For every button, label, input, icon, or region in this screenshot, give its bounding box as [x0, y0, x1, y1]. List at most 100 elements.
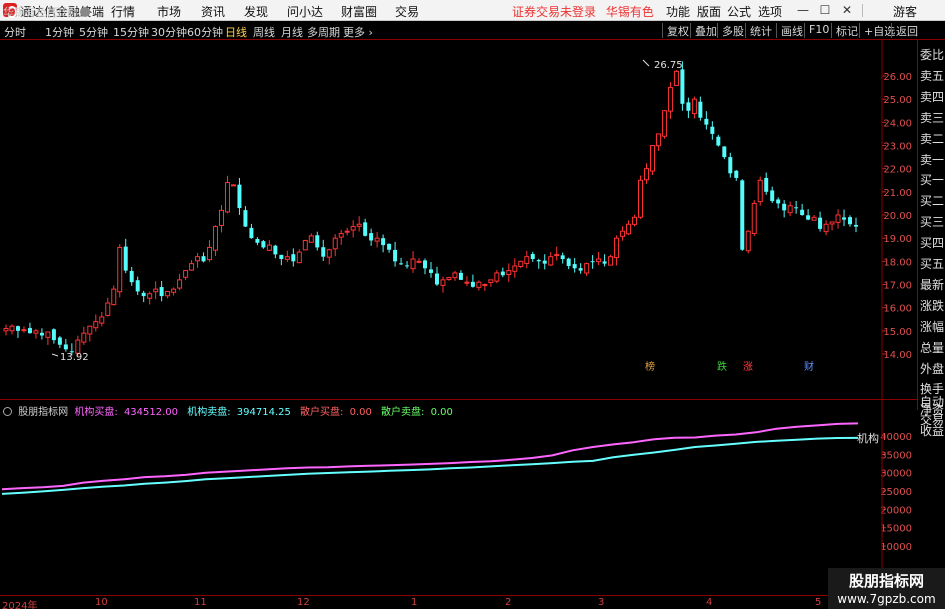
- candle-body-up: [416, 260, 422, 263]
- high-price-label: 26.75: [654, 60, 683, 71]
- candle-body-up: [488, 279, 494, 283]
- price-tick-label: 14.00: [883, 350, 912, 361]
- indicator-lines: 机构: [1, 422, 879, 495]
- indicator-line-1: 机构买盘: 434512.00: [74, 407, 181, 418]
- date-label: 5: [815, 597, 822, 608]
- period-1min[interactable]: 1分钟: [45, 24, 74, 40]
- candle-body-up: [308, 235, 314, 243]
- candle-body-down: [434, 273, 439, 285]
- period-5min[interactable]: 5分钟: [79, 24, 108, 40]
- candle-body-down: [51, 329, 56, 341]
- close-icon[interactable]: ✕: [840, 4, 854, 16]
- chevron-right-icon: ›: [368, 26, 373, 39]
- candle-body-up: [596, 258, 602, 263]
- candle-body-down: [806, 215, 811, 220]
- period-toolbar: 分时 1分钟 5分钟 15分钟 30分钟 60分钟 日线 周线 月线 多周期 更…: [0, 21, 945, 40]
- candle-body-down: [279, 254, 284, 260]
- candle-body-down: [249, 227, 254, 239]
- orderbook-label: 卖一: [920, 152, 945, 167]
- maximize-icon[interactable]: ☐: [818, 4, 832, 16]
- candle-body-down: [578, 268, 583, 271]
- indicator-line-3: 散户买盘: 0.00: [300, 407, 375, 418]
- period-more[interactable]: 更多 ›: [343, 24, 373, 40]
- candle-body-down: [429, 269, 433, 273]
- indicator-line-3-label: 散户买盘:: [300, 407, 344, 418]
- minimize-icon[interactable]: —: [796, 4, 810, 16]
- event-marker[interactable]: 跌: [717, 360, 727, 373]
- indicator-chart[interactable]: 40000 35000 30000 25000 20000 15000 10000 机构: [0, 400, 945, 595]
- candle-body-up: [224, 182, 230, 213]
- indicator-icon: [3, 407, 12, 416]
- candle-body-up: [147, 293, 153, 299]
- menu-item-function[interactable]: 功能: [666, 3, 690, 20]
- event-marker[interactable]: 榜: [645, 360, 655, 373]
- button-stats[interactable]: 统计: [745, 23, 772, 38]
- button-add-watchlist[interactable]: +自选: [859, 23, 895, 38]
- price-tick-label: 18.00: [883, 257, 912, 268]
- candle-body-down: [135, 280, 140, 292]
- watermark-title: 股朋指标网: [848, 572, 924, 590]
- candle-body-down: [722, 146, 727, 158]
- button-f10[interactable]: F10: [804, 23, 829, 38]
- candlestick-chart[interactable]: 26.00 25.00 24.00 23.00 22.00 21.00 20.00 19.00…: [0, 40, 945, 400]
- menu-item-news[interactable]: 资讯: [201, 3, 225, 20]
- button-mark[interactable]: 标记: [831, 23, 858, 38]
- period-60min[interactable]: 60分钟: [187, 24, 223, 40]
- period-15min[interactable]: 15分钟: [113, 24, 149, 40]
- button-adjust[interactable]: 复权: [662, 23, 689, 38]
- series-end-label: 机构: [857, 431, 879, 445]
- menu-item-market[interactable]: 市场: [157, 3, 181, 20]
- indicator-tick-label: 40000: [880, 432, 912, 443]
- menu-item-discover[interactable]: 发现: [244, 3, 268, 20]
- period-30min[interactable]: 30分钟: [151, 24, 187, 40]
- candle-body-down: [686, 102, 691, 111]
- orderbook-label: 买三: [920, 215, 945, 230]
- orderbook-label: 总量: [920, 340, 945, 355]
- period-monthly[interactable]: 月线: [281, 24, 303, 40]
- candle-body-down: [710, 126, 715, 134]
- period-fenshi[interactable]: 分时: [4, 24, 26, 40]
- candle-body-up: [117, 246, 123, 293]
- candle-body-down: [842, 217, 847, 220]
- menu-item-layout[interactable]: 版面: [697, 3, 721, 20]
- event-marker[interactable]: 财: [804, 360, 814, 373]
- menu-item-quotes[interactable]: 行情: [111, 3, 135, 20]
- event-marker[interactable]: 涨: [743, 361, 753, 373]
- candle-body-up: [350, 226, 356, 231]
- indicator-tick-label: 15000: [880, 524, 912, 535]
- menu-item-options[interactable]: 选项: [758, 3, 782, 20]
- period-multi[interactable]: 多周期: [307, 24, 340, 40]
- chart-title-text: 华锡有色(日线): [3, 6, 78, 19]
- candle-body-up: [45, 331, 51, 338]
- candle-body-up: [494, 272, 500, 282]
- date-label: 2: [505, 597, 512, 608]
- menu-item-formula[interactable]: 公式: [727, 3, 751, 20]
- button-multistock[interactable]: 多股: [717, 23, 744, 38]
- date-label: 12: [297, 597, 310, 608]
- menu-item-wealth[interactable]: 财富圈: [341, 3, 377, 20]
- candle-body-down: [602, 261, 607, 264]
- orderbook-label: 买二: [920, 194, 945, 209]
- candle-body-down: [291, 254, 296, 262]
- candle-body-up: [189, 263, 195, 271]
- period-weekly[interactable]: 周线: [253, 24, 275, 40]
- price-tick-label: 23.00: [883, 142, 912, 153]
- candle-body-up: [284, 256, 290, 260]
- candle-body-up: [296, 251, 302, 264]
- menu-item-ask[interactable]: 问小达: [287, 3, 323, 20]
- user-label[interactable]: 游客: [893, 3, 917, 20]
- trading-status[interactable]: 证券交易未登录 华锡有色: [512, 3, 654, 20]
- price-tick-label: 24.00: [883, 118, 912, 129]
- candle-body-down: [782, 203, 787, 211]
- button-overlay[interactable]: 叠加: [690, 23, 717, 38]
- candle-body-down: [57, 337, 62, 345]
- menu-item-trade[interactable]: 交易: [395, 3, 419, 20]
- button-back[interactable]: 返回: [891, 23, 918, 38]
- chart-title[interactable]: 华锡有色(日线): [3, 4, 90, 20]
- watermark-url: www.7gpzb.com: [837, 592, 936, 606]
- candle-body-up: [9, 325, 15, 332]
- orderbook-label: 卖五: [920, 68, 945, 83]
- period-daily[interactable]: 日线: [225, 24, 247, 40]
- date-label: 2024年: [2, 601, 38, 609]
- button-draw[interactable]: 画线: [776, 23, 803, 38]
